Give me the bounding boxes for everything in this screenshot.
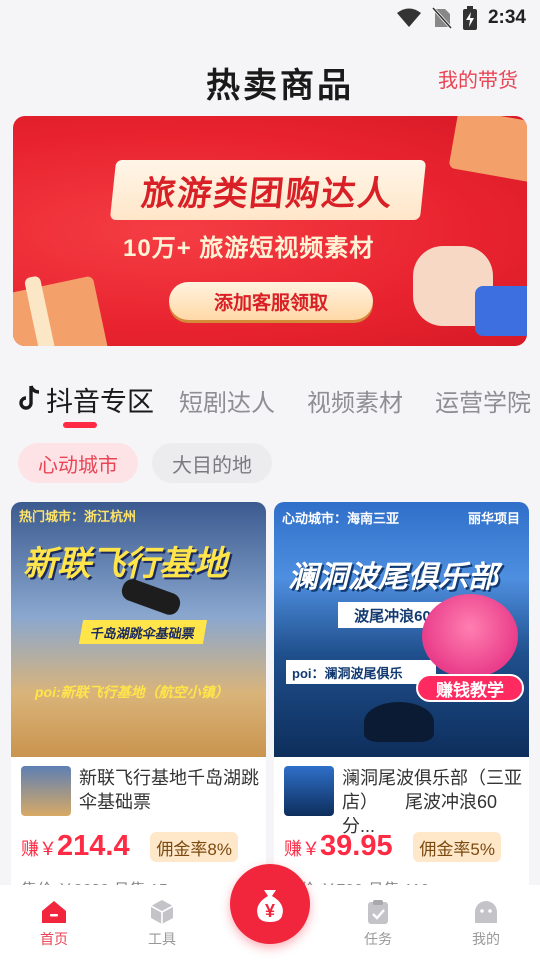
tab-short-drama[interactable]: 短剧达人 [179, 383, 275, 418]
no-sim-icon [431, 7, 452, 29]
chip-heart-city[interactable]: 心动城市 [18, 443, 138, 483]
product-image-tag-2: 丽华项目 [468, 511, 521, 526]
tab-active-indicator [63, 422, 97, 428]
product-image-title: 澜洞波尾俱乐部 [288, 561, 498, 594]
product-earn: 赚￥ 214.4 [21, 830, 130, 863]
page-header: 热卖商品 我的带货 [0, 44, 540, 108]
earn-teaching-badge[interactable]: 赚钱教学 [416, 594, 524, 706]
home-icon [41, 899, 67, 925]
battery-charging-icon [462, 6, 477, 30]
earn-label: 赚￥ [284, 839, 320, 859]
nav-tasks[interactable]: 任务 [348, 899, 408, 949]
product-card[interactable]: 心动城市：海南三亚 丽华项目 澜洞波尾俱乐部 波尾冲浪60分 poi：澜洞波尾俱… [274, 502, 529, 892]
nav-tools-label: 工具 [148, 931, 176, 947]
center-earn-button[interactable]: ¥ [230, 864, 310, 944]
nav-profile-label: 我的 [472, 931, 500, 947]
product-thumbnail [284, 766, 334, 816]
gift-box-top-right-icon [448, 116, 527, 184]
nav-tasks-label: 任务 [364, 931, 392, 947]
nav-tools[interactable]: 工具 [132, 899, 192, 949]
product-image-subtitle-box: 千岛湖跳伞基础票 [78, 620, 208, 644]
banner-headline-box: 旅游类团购达人 [109, 160, 427, 220]
banner-subtitle: 10万+ 旅游短视频素材 [123, 235, 375, 262]
product-earn: 赚￥ 39.95 [284, 830, 393, 863]
profile-face-icon [473, 899, 499, 925]
commission-rate-badge: 佣金率8% [150, 832, 238, 862]
tab-video-assets[interactable]: 视频素材 [307, 383, 403, 418]
banner-ribbon: 旅游类团购达人 [109, 160, 427, 284]
nav-home[interactable]: 首页 [24, 899, 84, 949]
earn-teaching-label-box: 赚钱教学 [416, 674, 524, 702]
clock: 2:34 [487, 7, 526, 28]
product-image-subtitle: 千岛湖跳伞基础票 [89, 625, 197, 641]
currency-symbol: ¥ [265, 901, 275, 921]
product-name: 新联飞行基地千岛湖跳伞基础票 [79, 768, 259, 812]
money-hand-icon [422, 594, 518, 678]
product-image-tag: 热门城市：浙江杭州 [19, 509, 137, 524]
surfer-shape [364, 702, 434, 742]
banner-headline: 旅游类团购达人 [139, 174, 396, 213]
tiktok-icon [19, 385, 40, 410]
nav-profile[interactable]: 我的 [456, 899, 516, 949]
product-image: 热门城市：浙江杭州 新联飞行基地 千岛湖跳伞基础票 poi:新联飞行基地（航空小… [11, 502, 266, 757]
commission-rate-badge: 佣金率5% [413, 832, 501, 862]
earn-value: 39.95 [320, 830, 393, 862]
product-name: 澜洞尾波俱乐部（三亚店） 尾波冲浪60分... [342, 768, 522, 836]
product-image-poi: poi:新联飞行基地（航空小镇） [35, 684, 229, 700]
product-image-title: 新联飞行基地 [23, 545, 227, 583]
my-goods-link[interactable]: 我的带货 [438, 64, 518, 93]
product-image: 心动城市：海南三亚 丽华项目 澜洞波尾俱乐部 波尾冲浪60分 poi：澜洞波尾俱… [274, 502, 529, 757]
product-thumbnail [21, 766, 71, 816]
wifi-icon [396, 8, 421, 27]
chip-destination[interactable]: 大目的地 [152, 443, 272, 483]
banner-cta-button[interactable]: 添加客服领取 [169, 282, 373, 320]
money-bag-icon: ¥ [257, 890, 283, 922]
earn-label: 赚￥ [21, 839, 57, 859]
clipboard-check-icon [365, 899, 391, 925]
product-card[interactable]: 热门城市：浙江杭州 新联飞行基地 千岛湖跳伞基础票 poi:新联飞行基地（航空小… [11, 502, 266, 892]
product-image-tag: 心动城市：海南三亚 [282, 511, 400, 526]
sleeve-shape [475, 286, 527, 336]
status-bar: 2:34 [0, 0, 540, 36]
earn-teaching-label: 赚钱教学 [436, 680, 504, 700]
earn-value: 214.4 [57, 830, 130, 862]
product-image-poi-box: poi：澜洞波尾俱乐 [286, 660, 436, 684]
cube-icon [149, 899, 175, 925]
tab-operations-academy[interactable]: 运营学院 [435, 383, 531, 418]
product-image-poi: poi：澜洞波尾俱乐 [292, 665, 403, 681]
promo-banner[interactable]: 旅游类团购达人 10万+ 旅游短视频素材 添加客服领取 [13, 116, 527, 346]
filter-chips: 心动城市 大目的地 [18, 443, 272, 483]
nav-home-label: 首页 [40, 931, 68, 947]
category-tabs: 抖音专区 短剧达人 视频素材 运营学院 [0, 370, 540, 430]
tab-douyin[interactable]: 抖音专区 [46, 380, 154, 419]
